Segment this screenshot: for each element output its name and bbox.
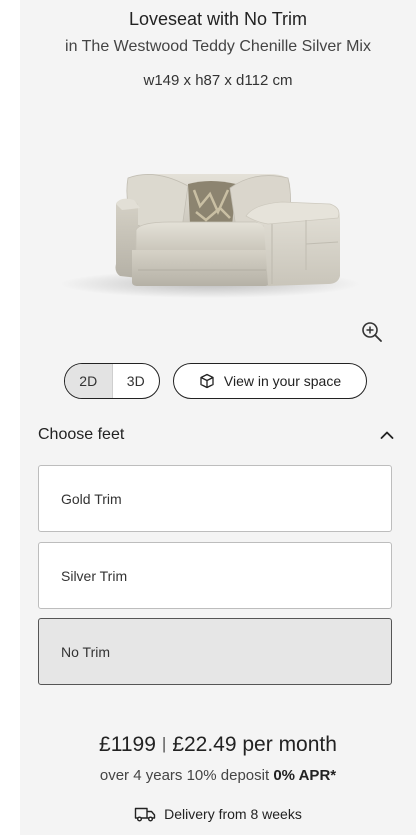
sofa-image [60, 174, 360, 298]
price-line: £1199 | £22.49 per month [20, 733, 416, 757]
monthly-price: £22.49 per month [172, 733, 337, 756]
feet-option-label: Silver Trim [61, 567, 128, 584]
finance-terms: over 4 years 10% deposit 0% APR* [20, 767, 416, 784]
price: £1199 [99, 733, 156, 756]
finance-terms-text: over 4 years 10% deposit [99, 767, 270, 784]
view-in-your-space-label: View in your space [223, 373, 342, 389]
choose-feet-heading: Choose feet [38, 426, 125, 443]
product-panel [20, 0, 416, 835]
feet-option-no-trim[interactable]: No Trim [38, 618, 392, 685]
feet-option-label: No Trim [61, 643, 110, 660]
finance-apr: 0% APR* [273, 767, 337, 784]
product-title: Loveseat with No Trim [128, 9, 308, 29]
cube-icon [200, 373, 214, 389]
zoom-in-icon[interactable] [361, 321, 383, 343]
truck-icon [134, 807, 156, 822]
feet-option-label: Gold Trim [61, 490, 122, 507]
delivery-info: Delivery from 8 weeks [20, 806, 416, 822]
chevron-up-icon[interactable] [380, 430, 394, 440]
delivery-label: Delivery from 8 weeks [164, 806, 302, 822]
toggle-2d[interactable]: 2D [65, 364, 113, 398]
product-dimensions: w149 x h87 x d112 cm [143, 72, 293, 89]
view-in-your-space-button[interactable]: View in your space [173, 363, 367, 399]
feet-option-gold-trim[interactable]: Gold Trim [38, 465, 392, 532]
view-mode-toggle: 2D 3D [64, 363, 160, 399]
choose-feet-header[interactable]: Choose feet [38, 424, 394, 446]
product-fabric: in The Westwood Teddy Chenille Silver Mi… [65, 38, 371, 55]
price-separator: | [161, 734, 167, 753]
feet-option-silver-trim[interactable]: Silver Trim [38, 542, 392, 609]
toggle-3d[interactable]: 3D [113, 364, 160, 398]
